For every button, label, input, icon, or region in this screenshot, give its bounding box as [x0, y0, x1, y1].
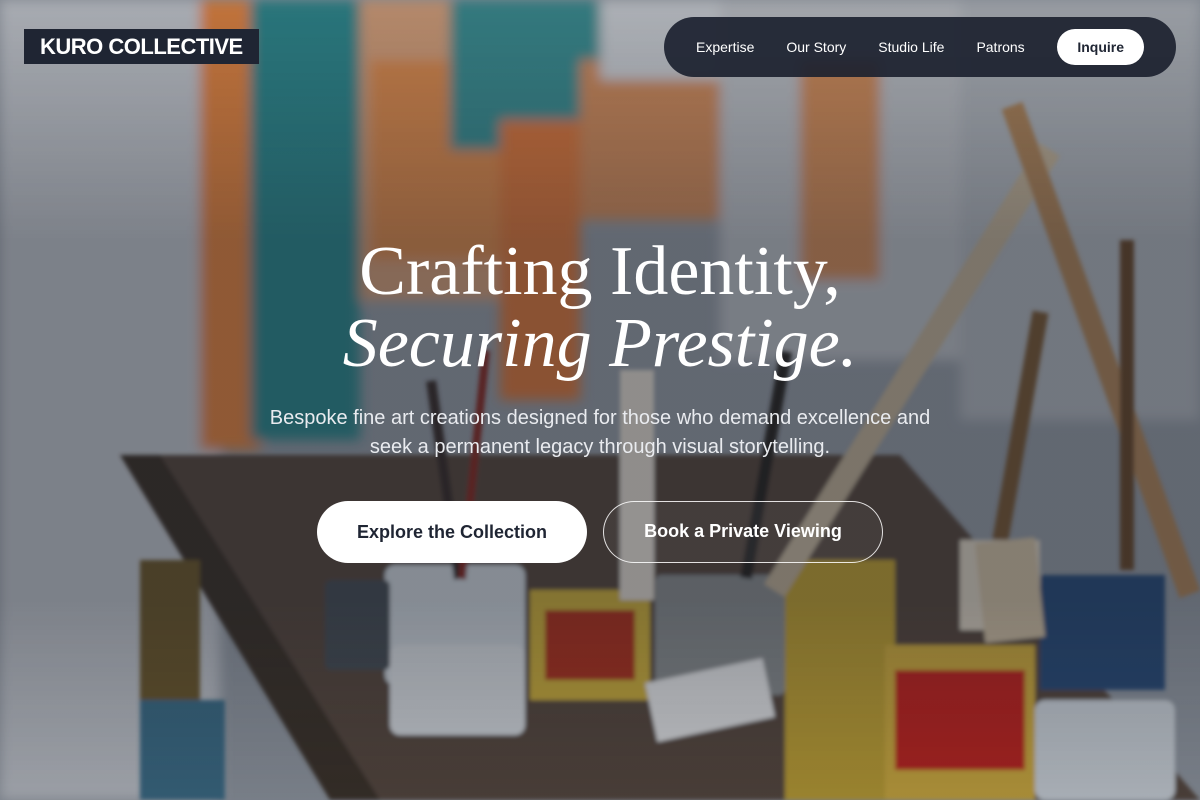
hero-subtext: Bespoke fine art creations designed for …	[269, 407, 931, 458]
nav-link-our-story[interactable]: Our Story	[786, 39, 846, 55]
explore-collection-button[interactable]: Explore the Collection	[317, 501, 587, 563]
nav-link-patrons[interactable]: Patrons	[976, 39, 1024, 55]
nav-link-expertise[interactable]: Expertise	[696, 39, 754, 55]
hero-dark-overlay	[0, 0, 1200, 800]
hero-section: KURO COLLECTIVE Expertise Our Story Stud…	[0, 0, 1200, 800]
headline-line-2: Securing Prestige.	[342, 305, 858, 382]
inquire-button[interactable]: Inquire	[1057, 29, 1144, 65]
hero-headline: Crafting Identity, Securing Prestige.	[0, 236, 1200, 380]
brand-logo[interactable]: KURO COLLECTIVE	[24, 29, 259, 64]
nav-link-studio-life[interactable]: Studio Life	[878, 39, 944, 55]
main-navigation: Expertise Our Story Studio Life Patrons …	[664, 17, 1176, 77]
headline-line-1: Crafting Identity,	[359, 233, 841, 310]
book-private-viewing-button[interactable]: Book a Private Viewing	[603, 501, 883, 563]
